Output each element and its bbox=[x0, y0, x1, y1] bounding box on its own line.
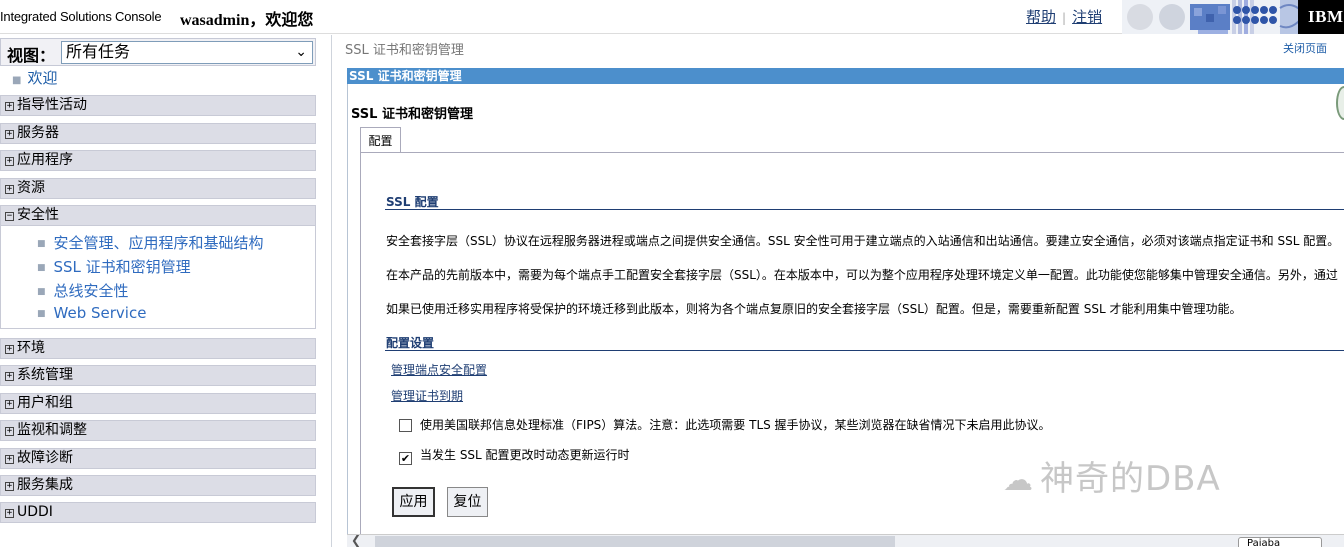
watermark: ☁ 神奇的DBA bbox=[1003, 451, 1221, 500]
nav-category-label: 资源 bbox=[17, 180, 45, 196]
expand-icon: + bbox=[5, 508, 14, 518]
description-paragraph-3: 如果已使用迁移实用程序将受保护的环境迁移到此版本，则将为各个端点复原旧的安全套接… bbox=[386, 302, 1242, 316]
nav-category-users-groups[interactable]: + 用户和组 bbox=[0, 393, 316, 414]
nav-item-label: Web Service bbox=[53, 304, 147, 322]
wechat-icon: ☁ bbox=[1003, 463, 1034, 498]
expand-icon: + bbox=[5, 184, 14, 194]
collapse-icon: − bbox=[5, 211, 14, 221]
dynamic-update-checkbox[interactable]: ✔ bbox=[399, 452, 412, 465]
security-subitems: ■ 安全管理、应用程序和基础结构 ■ SSL 证书和密钥管理 ■ 总线安全性 ■ Web… bbox=[0, 226, 316, 329]
nav-category-monitoring[interactable]: + 监视和调整 bbox=[0, 420, 316, 441]
section-divider bbox=[385, 209, 1344, 210]
nav-category-label: 应用程序 bbox=[17, 152, 73, 168]
nav-category-resources[interactable]: + 资源 bbox=[0, 178, 316, 199]
nav-item-label: 总线安全性 bbox=[53, 282, 129, 300]
description-paragraph-1: 安全套接字层（SSL）协议在远程服务器进程或端点之间提供安全通信。SSL 安全性… bbox=[386, 234, 1340, 248]
expand-icon: + bbox=[5, 344, 14, 354]
expand-icon: + bbox=[5, 399, 14, 409]
chevron-down-icon: ⌄ bbox=[295, 44, 307, 60]
nav-category-label: 安全性 bbox=[17, 207, 59, 223]
scrollbar-thumb[interactable] bbox=[375, 536, 895, 547]
expand-icon: + bbox=[5, 129, 14, 139]
watermark-text: 神奇的DBA bbox=[1040, 459, 1221, 499]
expand-icon: + bbox=[5, 454, 14, 464]
page-title: SSL 证书和密钥管理 bbox=[351, 107, 473, 122]
tab-configuration[interactable]: 配置 bbox=[360, 127, 401, 153]
nav-category-label: 故障诊断 bbox=[17, 450, 73, 466]
header-separator: | bbox=[1062, 11, 1067, 25]
reset-button[interactable]: 复位 bbox=[447, 487, 488, 517]
floating-button[interactable]: Paiaba bbox=[1238, 537, 1322, 547]
fips-checkbox-label: 使用美国联邦信息处理标准（FIPS）算法。注意：此选项需要 TLS 握手协议，某… bbox=[420, 418, 1051, 432]
nav-welcome-link[interactable]: ■ 欢迎 bbox=[12, 67, 57, 88]
fips-checkbox[interactable] bbox=[399, 419, 412, 432]
nav-item-label: SSL 证书和密钥管理 bbox=[53, 258, 191, 276]
dynamic-update-option-row: ✔ 当发生 SSL 配置更改时动态更新运行时 bbox=[399, 446, 630, 465]
welcome-message: wasadmin，欢迎您 bbox=[180, 12, 314, 29]
bullet-icon: ■ bbox=[12, 75, 22, 86]
nav-category-label: 系统管理 bbox=[17, 367, 73, 383]
nav-category-servers[interactable]: + 服务器 bbox=[0, 123, 316, 144]
nav-category-system-admin[interactable]: + 系统管理 bbox=[0, 365, 316, 386]
ibm-logo: IBM bbox=[1298, 0, 1344, 34]
nav-item-bus-security[interactable]: ■ 总线安全性 bbox=[37, 280, 129, 301]
nav-item-web-service[interactable]: ■ Web Service bbox=[37, 304, 146, 322]
close-page-link[interactable]: 关闭页面 bbox=[1283, 40, 1327, 56]
nav-item-security-admin[interactable]: ■ 安全管理、应用程序和基础结构 bbox=[37, 232, 264, 253]
view-select-value: 所有任务 bbox=[66, 42, 131, 61]
nav-category-security[interactable]: − 安全性 bbox=[0, 205, 316, 226]
nav-item-ssl-cert-key[interactable]: ■ SSL 证书和密钥管理 bbox=[37, 256, 191, 277]
expand-icon: + bbox=[5, 101, 14, 111]
header: Integrated Solutions Console wasadmin，欢迎… bbox=[0, 0, 1344, 34]
bullet-icon: ■ bbox=[37, 287, 46, 297]
nav-item-label: 安全管理、应用程序和基础结构 bbox=[53, 234, 264, 252]
view-label: 视图： bbox=[7, 46, 56, 65]
nav-category-label: 用户和组 bbox=[17, 395, 73, 411]
navigation-panel: 视图： 所有任务 ⌄ ■ 欢迎 + 指导性活动 + 服务器 + 应用程序 + 资源 − 安全… bbox=[0, 35, 332, 547]
description-paragraph-2: 在本产品的先前版本中，需要为每个端点手工配置安全套接字层（SSL）。在本版本中，… bbox=[386, 268, 1338, 282]
nav-category-applications[interactable]: + 应用程序 bbox=[0, 150, 316, 171]
nav-category-label: 服务集成 bbox=[17, 477, 73, 493]
nav-category-service-integration[interactable]: + 服务集成 bbox=[0, 475, 316, 496]
expand-icon: + bbox=[5, 426, 14, 436]
expand-icon: + bbox=[5, 156, 14, 166]
expand-icon: + bbox=[5, 481, 14, 491]
apply-button[interactable]: 应用 bbox=[392, 487, 435, 517]
nav-category-label: 环境 bbox=[17, 340, 45, 356]
nav-category-guided-activities[interactable]: + 指导性活动 bbox=[0, 95, 316, 116]
view-select[interactable]: 所有任务 ⌄ bbox=[61, 41, 313, 64]
dynamic-update-checkbox-label: 当发生 SSL 配置更改时动态更新运行时 bbox=[420, 448, 630, 462]
nav-category-environment[interactable]: + 环境 bbox=[0, 338, 316, 359]
help-link[interactable]: 帮助 bbox=[1026, 8, 1056, 26]
portlet-title-bar: SSL 证书和密钥管理 bbox=[347, 68, 1344, 84]
expand-icon: + bbox=[5, 371, 14, 381]
nav-category-label: 监视和调整 bbox=[17, 422, 87, 438]
nav-category-label: 指导性活动 bbox=[17, 97, 87, 113]
nav-category-uddi[interactable]: + UDDI bbox=[0, 502, 316, 523]
section-title-ssl-config: SSL 配置 bbox=[386, 195, 439, 209]
app-title: Integrated Solutions Console bbox=[0, 9, 162, 24]
nav-category-label: UDDI bbox=[17, 504, 53, 520]
section-divider bbox=[385, 350, 1344, 351]
manage-cert-expiration-link[interactable]: 管理证书到期 bbox=[391, 387, 463, 404]
view-selector-row: 视图： 所有任务 ⌄ bbox=[0, 38, 316, 66]
fips-option-row: 使用美国联邦信息处理标准（FIPS）算法。注意：此选项需要 TLS 握手协议，某… bbox=[399, 416, 1051, 433]
breadcrumb: SSL 证书和密钥管理 bbox=[345, 43, 464, 58]
nav-category-troubleshooting[interactable]: + 故障诊断 bbox=[0, 448, 316, 469]
nav-welcome-label: 欢迎 bbox=[27, 69, 58, 87]
bullet-icon: ■ bbox=[37, 239, 46, 249]
manage-endpoint-security-link[interactable]: 管理端点安全配置 bbox=[391, 361, 487, 378]
logout-link[interactable]: 注销 bbox=[1072, 8, 1102, 26]
scroll-left-icon[interactable]: ❮ bbox=[351, 533, 361, 547]
bullet-icon: ■ bbox=[37, 263, 46, 273]
header-links: 帮助 | 注销 bbox=[1026, 6, 1102, 27]
nav-category-label: 服务器 bbox=[17, 125, 59, 141]
section-title-config-settings: 配置设置 bbox=[386, 336, 435, 350]
bullet-icon: ■ bbox=[37, 309, 46, 319]
horizontal-scrollbar[interactable]: ❮ bbox=[347, 533, 1344, 547]
